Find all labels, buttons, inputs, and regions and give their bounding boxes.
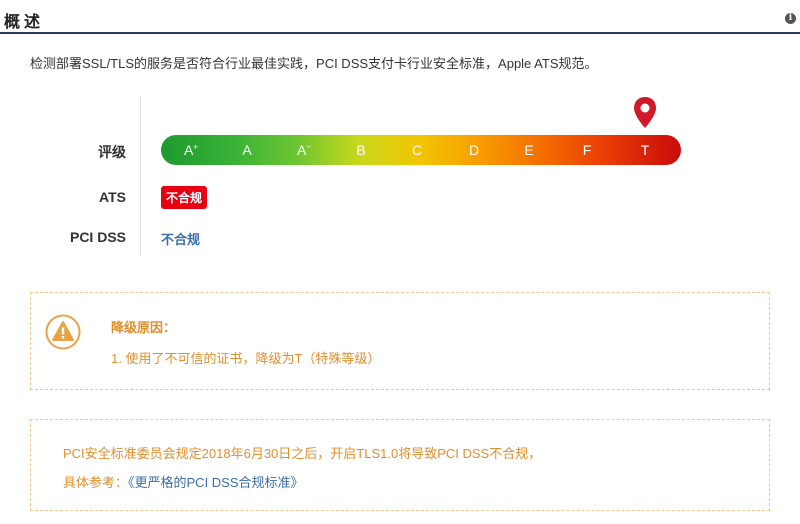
pci-status-link[interactable]: 不合规: [161, 229, 200, 248]
page-title: 概述: [4, 14, 45, 31]
grade-f: F: [582, 142, 592, 158]
divider: [140, 96, 141, 256]
pci-label: PCI DSS: [69, 229, 126, 245]
reference-link[interactable]: 《更严格的PCI DSS合规标准》: [128, 475, 304, 490]
grade-a: A: [242, 142, 252, 158]
pci-notice-text: PCI安全标准委员会规定2018年6月30日之后，开启TLS1.0将导致PCI …: [63, 446, 542, 461]
grade-c: C: [411, 142, 423, 158]
ats-status-badge: 不合规: [161, 186, 208, 209]
description-text: 检测部署SSL/TLS的服务是否符合行业最佳实践，PCI DSS支付卡行业安全标…: [30, 56, 598, 71]
grade-b: B: [356, 142, 366, 158]
downgrade-title: 降级原因：: [111, 320, 177, 335]
rating-label: 评级: [98, 144, 126, 160]
map-pin-icon: [634, 97, 656, 128]
pci-notice-box: PCI安全标准委员会规定2018年6月30日之后，开启TLS1.0将导致PCI …: [30, 419, 770, 511]
reference-label: 具体参考：: [63, 475, 129, 490]
downgrade-reason-item: 1. 使用了不可信的证书，降级为T（特殊等级）: [111, 351, 381, 366]
ats-label: ATS: [99, 189, 126, 205]
grade-t: T: [640, 142, 650, 158]
grade-bar: A+ A A− B C D E F T: [161, 135, 681, 165]
section-header: 概述 i: [0, 0, 800, 34]
grade-a-plus: A+: [183, 142, 198, 158]
reference-line: 具体参考：《更严格的PCI DSS合规标准》: [63, 472, 304, 491]
info-icon[interactable]: i: [785, 13, 796, 24]
grade-d: D: [468, 142, 480, 158]
grade-a-minus: A−: [296, 142, 311, 158]
warning-icon: [45, 314, 81, 350]
downgrade-box: 降级原因： 1. 使用了不可信的证书，降级为T（特殊等级）: [30, 292, 770, 390]
grade-e: E: [524, 142, 534, 158]
